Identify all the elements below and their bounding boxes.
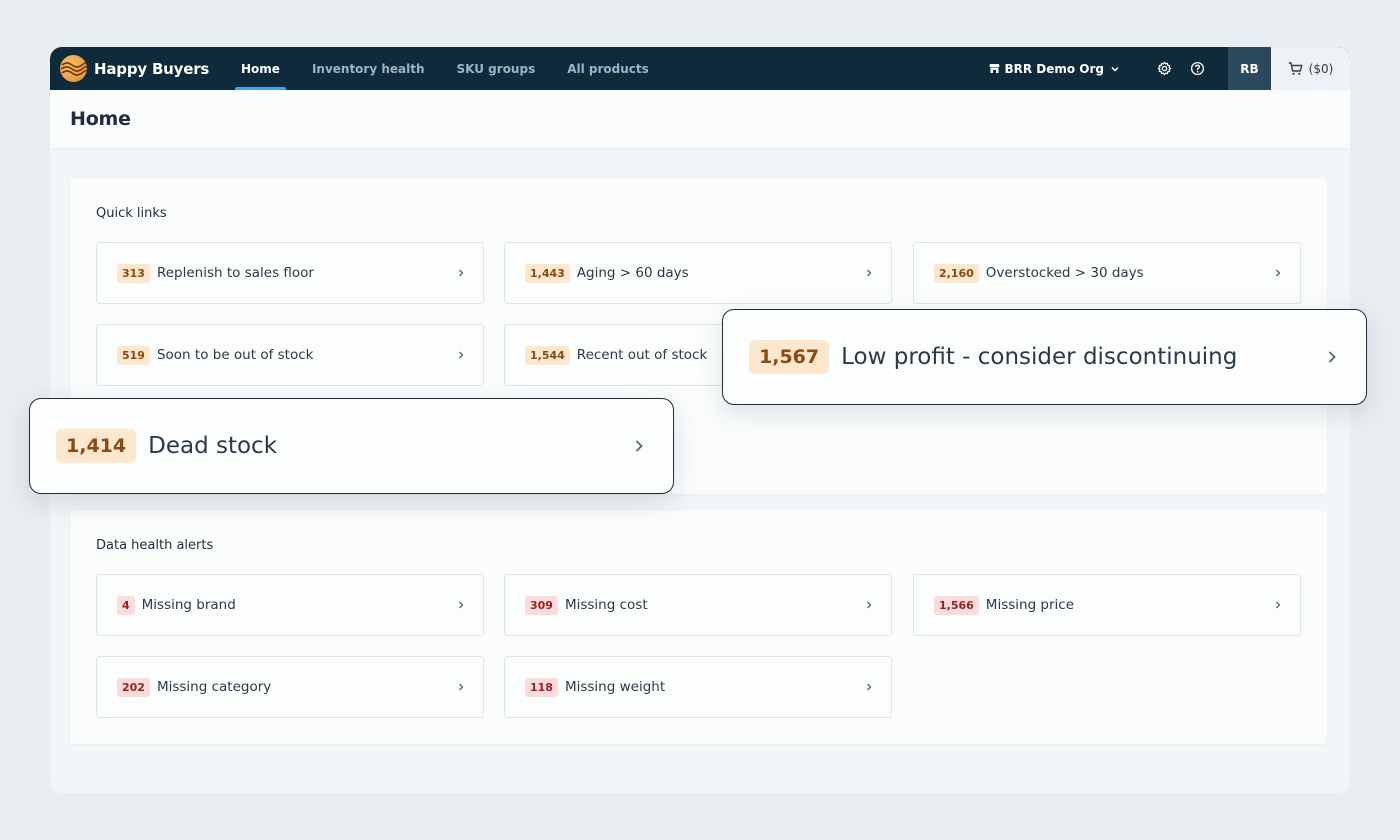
count-badge: 309	[525, 595, 558, 615]
cart-button[interactable]: ($0)	[1271, 47, 1350, 90]
cart-total: ($0)	[1308, 61, 1334, 76]
count-badge: 1,414	[56, 429, 137, 463]
count-badge: 118	[525, 677, 558, 697]
avatar[interactable]: RB	[1228, 47, 1271, 90]
quick-links-title: Quick links	[96, 206, 167, 221]
nav-links: Home Inventory health SKU groups All pro…	[225, 47, 665, 90]
quick-link-soon-out-of-stock[interactable]: 519 Soon to be out of stock	[96, 324, 484, 386]
alert-missing-brand[interactable]: 4 Missing brand	[96, 574, 484, 636]
org-selector[interactable]: BRR Demo Org	[989, 62, 1120, 76]
help-icon[interactable]	[1181, 47, 1214, 90]
data-health-panel: Data health alerts 4 Missing brand 309 M…	[70, 511, 1327, 744]
card-label: Recent out of stock	[576, 347, 708, 363]
card-label: Overstocked > 30 days	[985, 265, 1144, 281]
count-badge: 1,443	[525, 263, 570, 283]
nav-link-sku-groups[interactable]: SKU groups	[441, 47, 552, 90]
card-label: Missing cost	[564, 597, 648, 613]
count-badge: 1,544	[525, 345, 570, 365]
count-badge: 519	[117, 345, 150, 365]
count-badge: 2,160	[934, 263, 979, 283]
chevron-right-icon	[457, 350, 465, 360]
settings-gear-icon[interactable]	[1148, 47, 1181, 90]
data-health-title: Data health alerts	[96, 538, 214, 553]
store-icon	[989, 63, 1000, 74]
card-label: Missing category	[156, 679, 272, 695]
page-header: Home	[50, 90, 1350, 149]
cart-icon	[1288, 61, 1303, 75]
chevron-right-icon	[865, 268, 873, 278]
card-label: Low profit - consider discontinuing	[841, 344, 1238, 370]
count-badge: 202	[117, 677, 150, 697]
quick-link-overstocked[interactable]: 2,160 Overstocked > 30 days	[913, 242, 1301, 304]
alert-missing-cost[interactable]: 309 Missing cost	[504, 574, 892, 636]
brand-name: Happy Buyers	[94, 59, 210, 78]
quick-link-aging[interactable]: 1,443 Aging > 60 days	[504, 242, 892, 304]
card-label: Missing brand	[141, 597, 236, 613]
chevron-right-icon	[1274, 268, 1282, 278]
card-label: Missing weight	[564, 679, 666, 695]
card-label: Aging > 60 days	[576, 265, 689, 281]
nav-link-home[interactable]: Home	[225, 47, 296, 90]
brand[interactable]: Happy Buyers	[50, 47, 225, 90]
page-title: Home	[70, 108, 131, 130]
quick-link-dead-stock-callout[interactable]: 1,414 Dead stock	[29, 398, 674, 494]
card-label: Soon to be out of stock	[156, 347, 314, 363]
top-nav: Happy Buyers Home Inventory health SKU g…	[50, 47, 1350, 90]
chevron-down-icon	[1110, 64, 1120, 74]
card-label: Missing price	[985, 597, 1075, 613]
chevron-right-icon	[1274, 600, 1282, 610]
chevron-right-icon	[865, 600, 873, 610]
count-badge: 1,567	[749, 340, 830, 374]
count-badge: 4	[117, 595, 135, 615]
nav-link-all-products[interactable]: All products	[551, 47, 665, 90]
alert-missing-price[interactable]: 1,566 Missing price	[913, 574, 1301, 636]
count-badge: 1,566	[934, 595, 979, 615]
card-label: Dead stock	[148, 433, 278, 459]
chevron-right-icon	[633, 438, 645, 454]
alert-missing-weight[interactable]: 118 Missing weight	[504, 656, 892, 718]
chevron-right-icon	[865, 682, 873, 692]
nav-right: BRR Demo Org RB ($0)	[989, 47, 1350, 90]
chevron-right-icon	[457, 268, 465, 278]
alert-missing-category[interactable]: 202 Missing category	[96, 656, 484, 718]
chevron-right-icon	[457, 600, 465, 610]
brand-logo-icon	[60, 55, 87, 82]
chevron-right-icon	[1326, 349, 1338, 365]
org-name: BRR Demo Org	[1004, 61, 1104, 76]
chevron-right-icon	[457, 682, 465, 692]
quick-link-replenish[interactable]: 313 Replenish to sales floor	[96, 242, 484, 304]
count-badge: 313	[117, 263, 150, 283]
nav-link-inventory-health[interactable]: Inventory health	[296, 47, 441, 90]
quick-link-low-profit-callout[interactable]: 1,567 Low profit - consider discontinuin…	[722, 309, 1367, 405]
card-label: Replenish to sales floor	[156, 265, 314, 281]
